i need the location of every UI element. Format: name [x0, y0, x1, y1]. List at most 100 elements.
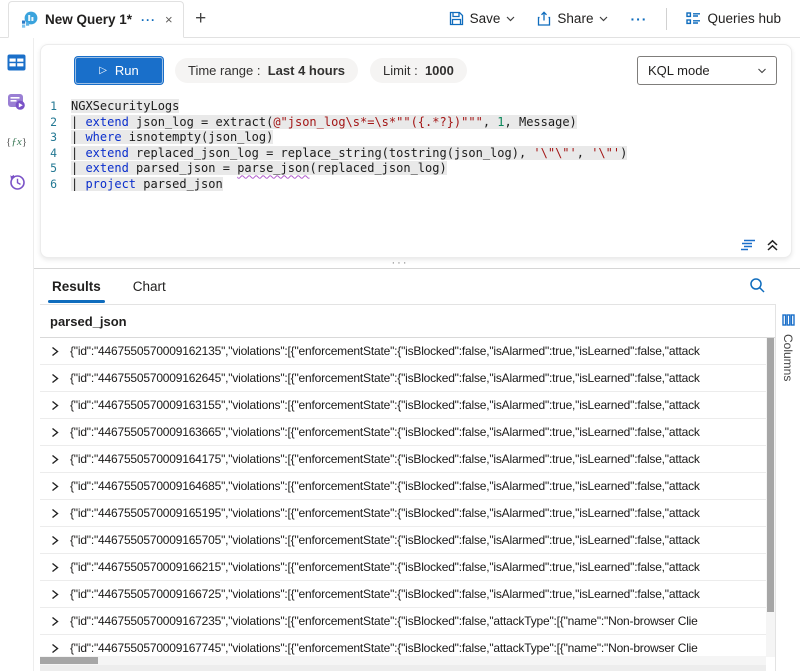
expand-row-chevron-icon[interactable]: [50, 454, 60, 464]
row-json-value: {"id":"4467550570009166215","violations"…: [70, 560, 766, 574]
chevron-down-icon: [506, 14, 515, 23]
new-tab-button[interactable]: +: [184, 0, 218, 37]
top-tab-bar: New Query 1* ··· × + Save Share: [0, 0, 800, 38]
columns-side-panel-tab[interactable]: Columns: [775, 304, 800, 671]
limit-picker[interactable]: Limit : 1000: [370, 58, 467, 83]
code-line[interactable]: 6| project parsed_json: [41, 177, 791, 193]
share-button[interactable]: Share: [528, 4, 617, 34]
splitter-dots: ···: [392, 261, 409, 265]
column-header-parsed-json[interactable]: parsed_json: [40, 305, 775, 338]
expand-row-chevron-icon[interactable]: [50, 643, 60, 653]
columns-panel-label: Columns: [781, 334, 795, 381]
query-toolbar: ▷ Run Time range : Last 4 hours Limit : …: [41, 45, 791, 91]
table-row[interactable]: {"id":"4467550570009162135","violations"…: [40, 338, 766, 365]
expand-row-chevron-icon[interactable]: [50, 562, 60, 572]
code-text: | extend parsed_json = parse_json(replac…: [71, 161, 447, 177]
query-tab[interactable]: New Query 1* ··· ×: [8, 1, 184, 38]
expand-row-chevron-icon[interactable]: [50, 346, 60, 356]
kql-mode-dropdown[interactable]: KQL mode: [637, 56, 777, 85]
table-row[interactable]: {"id":"4467550570009166725","violations"…: [40, 581, 766, 608]
time-range-label: Time range :: [188, 63, 261, 78]
row-json-value: {"id":"4467550570009165195","violations"…: [70, 506, 766, 520]
tab-chart[interactable]: Chart: [131, 271, 168, 303]
table-row[interactable]: {"id":"4467550570009165705","violations"…: [40, 527, 766, 554]
limit-label: Limit :: [383, 63, 418, 78]
expand-row-chevron-icon[interactable]: [50, 508, 60, 518]
vertical-scrollbar[interactable]: [766, 338, 775, 657]
code-text: | extend replaced_json_log = replace_str…: [71, 146, 627, 162]
tab-results[interactable]: Results: [50, 271, 103, 303]
table-row[interactable]: {"id":"4467550570009163665","violations"…: [40, 419, 766, 446]
history-clock-icon: [8, 173, 26, 191]
time-range-value: Last 4 hours: [268, 63, 345, 78]
expand-row-chevron-icon[interactable]: [50, 616, 60, 626]
table-row[interactable]: {"id":"4467550570009163155","violations"…: [40, 392, 766, 419]
share-label: Share: [557, 11, 593, 26]
row-json-value: {"id":"4467550570009162135","violations"…: [70, 344, 766, 358]
code-line[interactable]: 1NGXSecurityLogs: [41, 99, 791, 115]
expand-row-chevron-icon[interactable]: [50, 373, 60, 383]
adx-app-icon: [21, 11, 38, 28]
results-panel: Results Chart parsed_json {"id":"4467550…: [34, 268, 800, 671]
toolbar-divider: [666, 8, 667, 30]
results-tab-bar: Results Chart: [34, 269, 800, 304]
row-json-value: {"id":"4467550570009163155","violations"…: [70, 398, 766, 412]
search-icon[interactable]: [749, 277, 766, 294]
table-row[interactable]: {"id":"4467550570009167745","violations"…: [40, 635, 766, 657]
row-json-value: {"id":"4467550570009167745","violations"…: [70, 641, 766, 655]
code-text: | project parsed_json: [71, 177, 223, 193]
more-actions-button[interactable]: ···: [621, 4, 656, 34]
line-number: 5: [41, 161, 71, 177]
query-editor-card: ▷ Run Time range : Last 4 hours Limit : …: [40, 44, 792, 258]
code-line[interactable]: 5| extend parsed_json = parse_json(repla…: [41, 161, 791, 177]
tab-bar-actions: Save Share ··· Q: [440, 0, 800, 37]
tab-close-icon[interactable]: ×: [165, 12, 173, 27]
left-sidebar: {ƒx}: [0, 38, 34, 671]
sidebar-item-functions[interactable]: {ƒx}: [7, 132, 27, 152]
line-number: 3: [41, 130, 71, 146]
code-line[interactable]: 2| extend json_log = extract(@"json_log\…: [41, 115, 791, 131]
panel-resize-handle[interactable]: ···: [0, 258, 800, 268]
sidebar-item-connections[interactable]: [7, 52, 27, 72]
line-number: 4: [41, 146, 71, 162]
code-line[interactable]: 3| where isnotempty(json_log): [41, 130, 791, 146]
horizontal-scrollbar-thumb[interactable]: [40, 657, 98, 664]
chevron-down-icon: [599, 14, 608, 23]
tab-title: New Query 1*: [45, 12, 132, 27]
tab-more-menu[interactable]: ···: [141, 13, 156, 27]
collapse-panel-icon[interactable]: [766, 239, 779, 252]
save-label: Save: [470, 11, 501, 26]
queries-hub-label: Queries hub: [707, 11, 781, 26]
line-number: 2: [41, 115, 71, 131]
sidebar-item-query-history[interactable]: [7, 172, 27, 192]
expand-row-chevron-icon[interactable]: [50, 535, 60, 545]
columns-icon: [782, 314, 795, 326]
table-row[interactable]: {"id":"4467550570009164175","violations"…: [40, 446, 766, 473]
row-json-value: {"id":"4467550570009165705","violations"…: [70, 533, 766, 547]
play-icon: ▷: [99, 65, 107, 76]
table-row[interactable]: {"id":"4467550570009162645","violations"…: [40, 365, 766, 392]
expand-row-chevron-icon[interactable]: [50, 400, 60, 410]
share-icon: [537, 11, 551, 26]
expand-row-chevron-icon[interactable]: [50, 589, 60, 599]
table-row[interactable]: {"id":"4467550570009165195","violations"…: [40, 500, 766, 527]
run-button[interactable]: ▷ Run: [75, 57, 163, 84]
expand-row-chevron-icon[interactable]: [50, 427, 60, 437]
code-line[interactable]: 4| extend replaced_json_log = replace_st…: [41, 146, 791, 162]
code-text: | where isnotempty(json_log): [71, 130, 273, 146]
limit-value: 1000: [425, 63, 454, 78]
expand-row-chevron-icon[interactable]: [50, 481, 60, 491]
functions-fx-icon: {ƒx}: [6, 136, 27, 148]
vertical-scrollbar-thumb[interactable]: [767, 338, 774, 612]
queries-hub-button[interactable]: Queries hub: [677, 4, 790, 34]
save-button[interactable]: Save: [440, 4, 525, 34]
horizontal-scrollbar[interactable]: [40, 656, 766, 665]
table-row[interactable]: {"id":"4467550570009167235","violations"…: [40, 608, 766, 635]
table-row[interactable]: {"id":"4467550570009164685","violations"…: [40, 473, 766, 500]
row-json-value: {"id":"4467550570009163665","violations"…: [70, 425, 766, 439]
table-row[interactable]: {"id":"4467550570009166215","violations"…: [40, 554, 766, 581]
kql-code-editor[interactable]: 1NGXSecurityLogs2| extend json_log = ext…: [41, 91, 791, 193]
format-recall-icon[interactable]: [740, 239, 756, 252]
sidebar-item-saved-scripts[interactable]: [7, 92, 27, 112]
time-range-picker[interactable]: Time range : Last 4 hours: [175, 58, 358, 83]
